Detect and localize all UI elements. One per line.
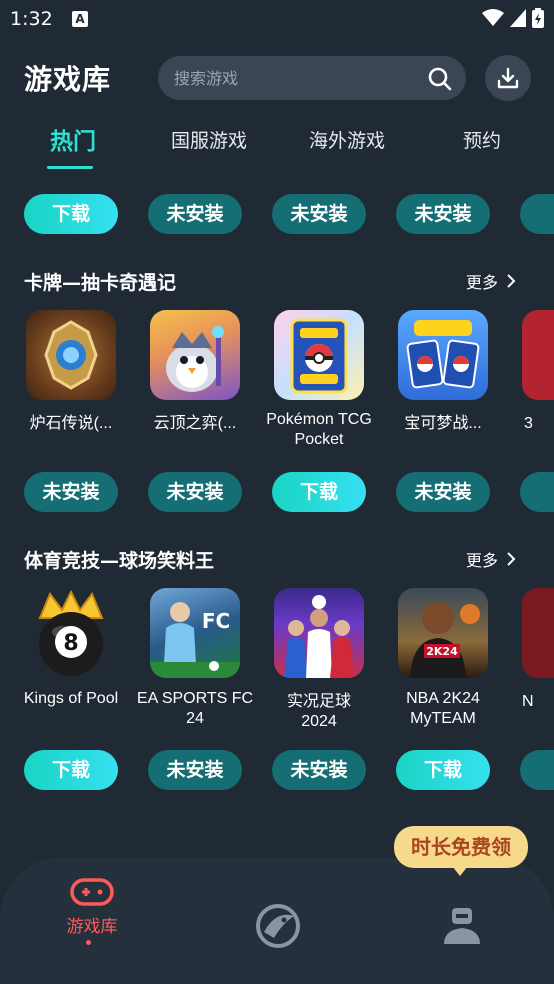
basketball-player-icon: 2K24 bbox=[410, 602, 480, 678]
battery-icon bbox=[532, 8, 544, 28]
game-icon-nba-2k24[interactable]: 2K24 bbox=[398, 588, 488, 678]
hearthstone-logo-icon bbox=[44, 320, 98, 390]
search-box[interactable] bbox=[158, 56, 466, 100]
game-icon-ea-fc24[interactable]: FC bbox=[150, 588, 240, 678]
section-title: 体育竞技—球场笑料王 bbox=[24, 550, 215, 572]
game-name-partial: N bbox=[522, 693, 534, 710]
penguin-icon bbox=[166, 326, 224, 392]
svg-text:8: 8 bbox=[63, 631, 78, 656]
game-name: 云顶之弈(... bbox=[153, 415, 237, 432]
promo-bubble-tail bbox=[452, 866, 468, 876]
download-button[interactable]: 下载 bbox=[24, 194, 118, 234]
game-name: 宝可梦战... bbox=[404, 415, 482, 432]
tab-overseas[interactable]: 海外游戏 bbox=[309, 126, 385, 153]
game-name: NBA 2K24 MyTEAM bbox=[406, 690, 480, 727]
more-link[interactable]: 更多 bbox=[466, 547, 516, 571]
tab-domestic[interactable]: 国服游戏 bbox=[171, 126, 247, 153]
chevron-right-icon bbox=[507, 552, 516, 566]
notification-icon: A bbox=[72, 11, 88, 27]
section-title: 卡牌—抽卡奇遇记 bbox=[24, 272, 177, 294]
status-time: 1:32 bbox=[10, 8, 53, 30]
status-bar: 1:32 A bbox=[0, 0, 554, 40]
download-button[interactable]: 下载 bbox=[396, 750, 490, 790]
uninstalled-button[interactable] bbox=[520, 750, 554, 790]
download-button[interactable]: 下载 bbox=[272, 472, 366, 512]
gamepad-icon bbox=[70, 878, 114, 906]
uninstalled-button[interactable]: 未安装 bbox=[148, 194, 242, 234]
download-button[interactable]: 下载 bbox=[24, 750, 118, 790]
svg-text:2K24: 2K24 bbox=[426, 645, 458, 658]
eight-ball-icon: 8 bbox=[38, 589, 104, 676]
game-icon-partial[interactable] bbox=[522, 588, 554, 678]
download-icon bbox=[497, 67, 519, 89]
tab-hot[interactable]: 热门 bbox=[50, 122, 96, 156]
download-manager-button[interactable] bbox=[485, 55, 531, 101]
uninstalled-button[interactable]: 未安装 bbox=[148, 750, 242, 790]
chevron-right-icon bbox=[507, 274, 516, 288]
uninstalled-button[interactable] bbox=[520, 472, 554, 512]
uninstalled-button[interactable]: 未安装 bbox=[272, 750, 366, 790]
nav-tab-profile[interactable] bbox=[440, 906, 484, 950]
football-players-icon bbox=[284, 595, 354, 678]
game-name: 实况足球 2024 bbox=[287, 693, 352, 730]
pokemon-card-icon bbox=[290, 318, 348, 394]
svg-text:FC: FC bbox=[202, 609, 230, 633]
game-icon-partial[interactable] bbox=[522, 310, 554, 400]
tab-reservation[interactable]: 预约 bbox=[463, 126, 501, 153]
uninstalled-button[interactable]: 未安装 bbox=[148, 472, 242, 512]
search-input[interactable] bbox=[174, 56, 414, 100]
more-link[interactable]: 更多 bbox=[466, 269, 516, 293]
search-icon[interactable] bbox=[428, 67, 452, 91]
profile-icon bbox=[444, 908, 480, 944]
nav-tab-accelerator[interactable] bbox=[254, 902, 302, 954]
game-icon-kings-of-pool[interactable]: 8 bbox=[26, 588, 116, 678]
active-indicator-dot bbox=[86, 940, 91, 945]
uninstalled-button[interactable]: 未安装 bbox=[396, 194, 490, 234]
uninstalled-button[interactable]: 未安装 bbox=[24, 472, 118, 512]
game-icon-pokemon-battle[interactable] bbox=[398, 310, 488, 400]
footballer-icon: FC bbox=[150, 602, 240, 678]
game-icon-pokemon-tcg-pocket[interactable] bbox=[274, 310, 364, 400]
nav-tab-game-library[interactable]: 游戏库 bbox=[62, 876, 122, 945]
game-name: Pokémon TCG Pocket bbox=[266, 411, 372, 448]
promo-bubble[interactable]: 时长免费领 bbox=[394, 826, 528, 868]
game-name: 炉石传说(... bbox=[29, 415, 113, 432]
game-icon-hearthstone[interactable] bbox=[26, 310, 116, 400]
page-title: 游戏库 bbox=[24, 63, 112, 96]
game-icon-tft[interactable] bbox=[150, 310, 240, 400]
nav-label: 游戏库 bbox=[66, 917, 118, 937]
uninstalled-button[interactable] bbox=[520, 194, 554, 234]
pokemon-cards-icon bbox=[406, 320, 480, 389]
uninstalled-button[interactable]: 未安装 bbox=[272, 194, 366, 234]
uninstalled-button[interactable]: 未安装 bbox=[396, 472, 490, 512]
game-name: EA SPORTS FC 24 bbox=[136, 690, 254, 727]
game-icon-efootball-2024[interactable] bbox=[274, 588, 364, 678]
wifi-icon bbox=[482, 9, 504, 26]
game-name: Kings of Pool bbox=[23, 690, 119, 707]
signal-icon bbox=[510, 9, 526, 27]
accelerator-icon bbox=[256, 904, 300, 948]
tab-active-indicator bbox=[47, 166, 93, 169]
more-label: 更多 bbox=[466, 551, 499, 570]
status-icons bbox=[482, 8, 544, 28]
more-label: 更多 bbox=[466, 273, 499, 292]
game-name-partial: 3 bbox=[524, 415, 533, 432]
